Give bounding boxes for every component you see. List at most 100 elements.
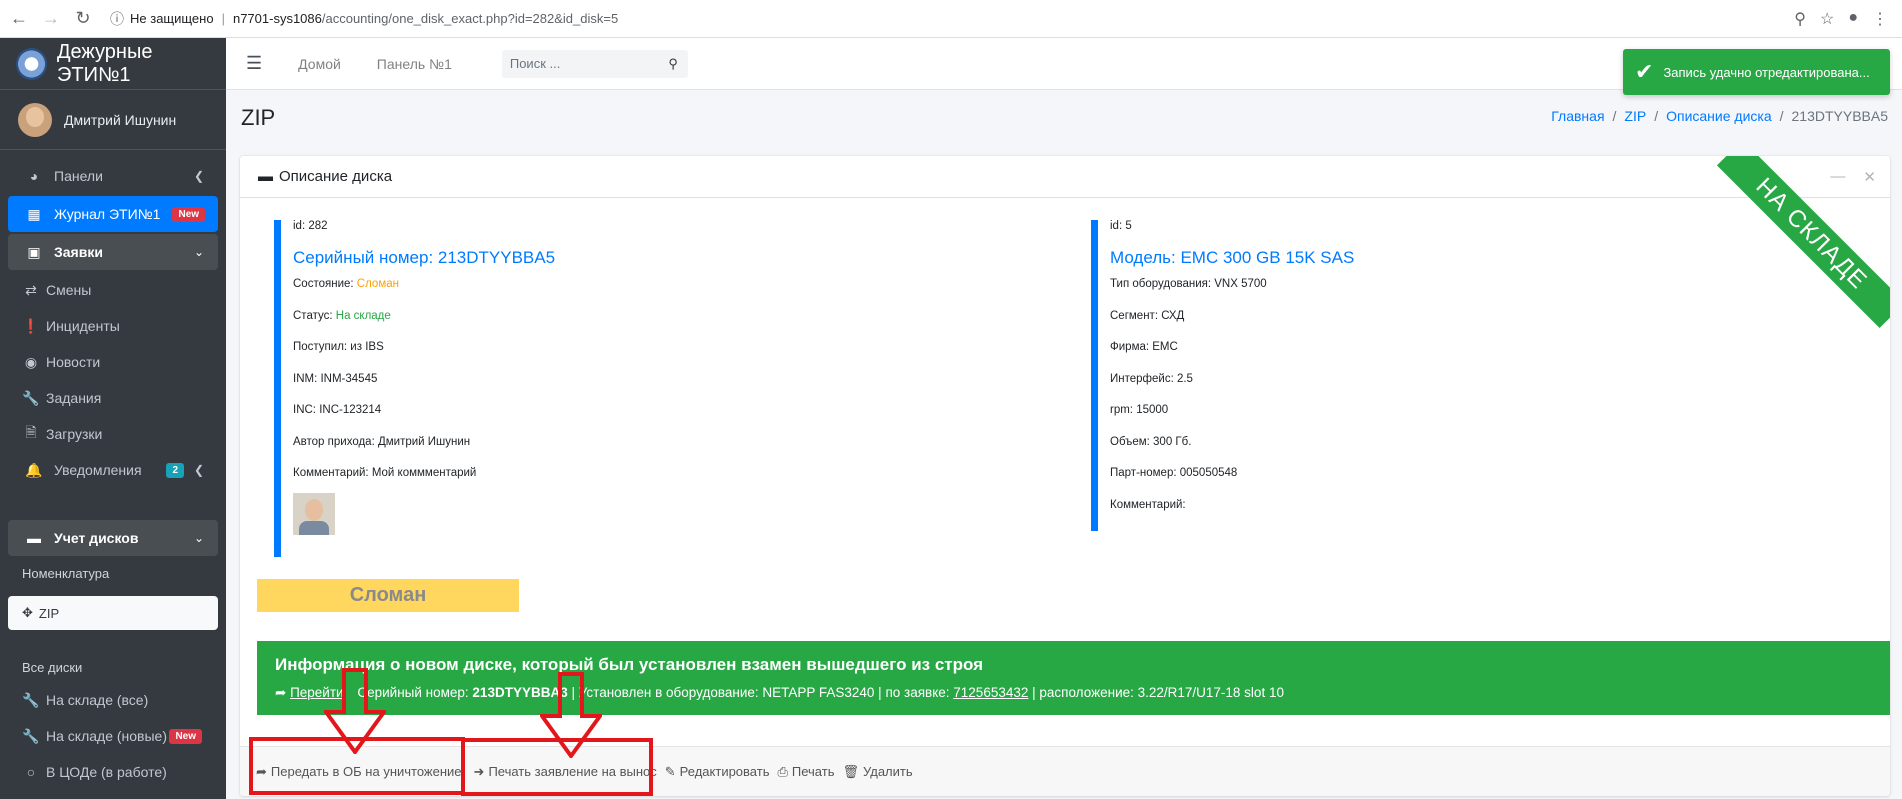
share-icon: ➦ bbox=[275, 685, 287, 700]
chevron-left-icon: ❮ bbox=[193, 463, 204, 477]
trash-icon: 🗑 bbox=[842, 763, 859, 779]
model-heading: Модель: EMC 300 GB 15K SAS bbox=[1110, 248, 1355, 267]
serial-heading: Серийный номер: 213DTYYBBA5 bbox=[293, 248, 556, 267]
sidebar-item-notifications[interactable]: 🔔 Уведомления 2 ❮ bbox=[8, 452, 218, 488]
not-secure-label: Не защищено bbox=[130, 11, 214, 26]
menu-icon[interactable]: ⋮ bbox=[1872, 9, 1888, 29]
disk-id: id: 282 bbox=[293, 220, 328, 232]
disk-card: ▬ Описание диска — ✕ НА СКЛАДЕ id: 282 С… bbox=[240, 156, 1890, 796]
sidebar-item-incidents[interactable]: ❗ Инциденты bbox=[8, 308, 218, 344]
replacement-info-heading: Информация о новом диске, который был ус… bbox=[275, 655, 984, 674]
state-row: Состояние: Сломан bbox=[293, 278, 399, 290]
sidebar-item-news[interactable]: ◉ Новости bbox=[8, 344, 218, 380]
sidebar-item-label: Уведомления bbox=[54, 462, 142, 478]
inm-row: INM: INM-34545 bbox=[293, 372, 378, 385]
card-title: Описание диска bbox=[279, 168, 393, 185]
exchange-icon: ⇄ bbox=[25, 281, 37, 298]
sidebar-item-label: Журнал ЭТИ№1 bbox=[54, 206, 161, 222]
sidebar-item-dc-working[interactable]: ○ В ЦОДе (в работе) bbox=[8, 754, 218, 790]
sidebar-item-label: Загрузки bbox=[46, 426, 103, 442]
nav-home-link[interactable]: Домой bbox=[298, 56, 341, 72]
breadcrumb-disk-description[interactable]: Описание диска bbox=[1666, 108, 1772, 124]
disk-info-left: id: 282 Серийный номер: 213DTYYBBA5 Сост… bbox=[274, 220, 555, 557]
url-path: /accounting/one_disk_exact.php?id=282&id… bbox=[321, 11, 619, 26]
success-toast[interactable]: ✔ Запись удачно отредактирована... bbox=[1623, 49, 1890, 95]
part-row: Парт-номер: 005050548 bbox=[1110, 467, 1238, 479]
check-icon: ✔ bbox=[1635, 59, 1654, 84]
sidebar-item-disks[interactable]: ▬ Учет дисков ⌄ bbox=[8, 520, 218, 556]
sidebar-item-panels[interactable]: ◕ Панели ❮ bbox=[8, 158, 218, 194]
close-icon[interactable]: ✕ bbox=[1863, 168, 1876, 186]
sidebar-item-label: ZIP bbox=[38, 605, 60, 621]
replacement-info-box: Информация о новом диске, который был ус… bbox=[257, 641, 1890, 715]
user-panel[interactable]: Дмитрий Ишунин bbox=[0, 90, 226, 150]
exclamation-icon: ❗ bbox=[22, 317, 40, 334]
search-placeholder: Поиск ... bbox=[509, 56, 561, 71]
zoom-icon[interactable]: ⚲ bbox=[1794, 9, 1806, 29]
model-id: id: 5 bbox=[1110, 220, 1132, 232]
sidebar-item-label: Учет дисков bbox=[54, 530, 139, 546]
sidebar-item-label: В ЦОДе (в работе) bbox=[46, 764, 167, 780]
type-row: Тип оборудования: VNX 5700 bbox=[1110, 278, 1267, 290]
back-icon[interactable]: ← bbox=[6, 6, 32, 32]
edit-button[interactable]: ✎ Редактировать bbox=[665, 764, 770, 780]
edit-icon: ✎ bbox=[664, 763, 676, 779]
author-avatar[interactable] bbox=[293, 493, 335, 535]
sidebar-item-requests[interactable]: ▣ Заявки ⌄ bbox=[8, 234, 218, 270]
sidebar-item-stock-new[interactable]: 🔧 На складе (новые) New bbox=[8, 718, 218, 754]
hamburger-menu-icon[interactable]: ☰ bbox=[246, 53, 262, 74]
status-row: Статус: На складе bbox=[293, 309, 391, 322]
table-icon: ▦ bbox=[27, 205, 41, 222]
model-comment-row: Комментарий: bbox=[1110, 498, 1186, 511]
file-icon: 🗎 bbox=[25, 424, 37, 440]
sidebar-item-label: Смены bbox=[46, 282, 92, 298]
replacement-info-text: ➦ Перейти Серийный номер: 213DTYYBBA3 | … bbox=[275, 685, 1284, 700]
sidebar-item-zip[interactable]: ✥ ZIP bbox=[8, 596, 218, 630]
print-icon: ⎙ bbox=[777, 763, 788, 779]
status-value: На складе bbox=[335, 309, 391, 322]
wrench-icon: 🔧 bbox=[22, 727, 40, 744]
sidebar-item-label: На складе (все) bbox=[46, 692, 149, 708]
segment-row: Сегмент: СХД bbox=[1110, 309, 1185, 322]
sidebar-item-label: На складе (новые) bbox=[46, 728, 167, 744]
search-icon[interactable]: ⚲ bbox=[668, 56, 678, 72]
forward-icon[interactable]: → bbox=[38, 6, 64, 32]
sidebar-item-tasks[interactable]: 🔧 Задания bbox=[8, 380, 218, 416]
address-bar[interactable]: ⓘ Не защищено | n7701-sys1086/accounting… bbox=[110, 6, 1794, 32]
collapse-icon[interactable]: — bbox=[1830, 168, 1845, 186]
print-button[interactable]: ⎙ Печать bbox=[777, 764, 834, 780]
star-icon[interactable]: ☆ bbox=[1820, 9, 1834, 29]
inbox-icon: ▣ bbox=[27, 243, 41, 260]
nav-panel-link[interactable]: Панель №1 bbox=[377, 56, 452, 72]
disk-info-right: id: 5 Модель: EMC 300 GB 15K SAS Тип обо… bbox=[1091, 220, 1354, 531]
new-badge: New bbox=[169, 728, 202, 744]
reload-icon[interactable]: ↻ bbox=[70, 6, 96, 32]
sidebar-item-label: Новости bbox=[46, 354, 101, 370]
sidebar-nav: ◕ Панели ❮ ▦ Журнал ЭТИ№1 New ▣ Заявки ⌄… bbox=[0, 150, 226, 596]
brand[interactable]: Дежурные ЭТИ№1 bbox=[0, 38, 226, 90]
all-disks-header: Все диски bbox=[22, 659, 83, 675]
volume-row: Объем: 300 Гб. bbox=[1110, 435, 1192, 448]
ticket-link[interactable]: 7125653432 bbox=[953, 685, 1028, 700]
compress-icon: ✥ bbox=[22, 605, 33, 620]
broken-status-label: Сломан bbox=[257, 579, 519, 612]
page-title: ZIP bbox=[241, 105, 276, 130]
inc-row: INC: INC-123214 bbox=[293, 404, 382, 416]
search-input[interactable]: Поиск ... ⚲ bbox=[501, 49, 688, 78]
annotation-arrow-print bbox=[540, 672, 602, 758]
sidebar: Дежурные ЭТИ№1 Дмитрий Ишунин ◕ Панели ❮… bbox=[0, 38, 226, 799]
brand-logo-icon bbox=[16, 47, 47, 80]
rpm-row: rpm: 15000 bbox=[1110, 404, 1169, 416]
card-header: ▬ Описание диска — ✕ bbox=[240, 156, 1890, 198]
info-icon[interactable]: ⓘ bbox=[110, 9, 124, 29]
sidebar-item-downloads[interactable]: 🗎 Загрузки bbox=[8, 416, 218, 452]
sidebar-item-label: Задания bbox=[46, 390, 102, 406]
profile-icon[interactable]: ● bbox=[1848, 9, 1858, 29]
breadcrumb-zip[interactable]: ZIP bbox=[1624, 108, 1646, 124]
breadcrumb-home[interactable]: Главная bbox=[1551, 108, 1604, 124]
hdd-icon: ▬ bbox=[258, 168, 273, 185]
sidebar-item-journal[interactable]: ▦ Журнал ЭТИ№1 New bbox=[8, 196, 218, 232]
sidebar-item-stock-all[interactable]: 🔧 На складе (все) bbox=[8, 682, 218, 718]
delete-button[interactable]: 🗑 Удалить bbox=[842, 764, 912, 780]
sidebar-item-shifts[interactable]: ⇄ Смены bbox=[8, 272, 218, 308]
